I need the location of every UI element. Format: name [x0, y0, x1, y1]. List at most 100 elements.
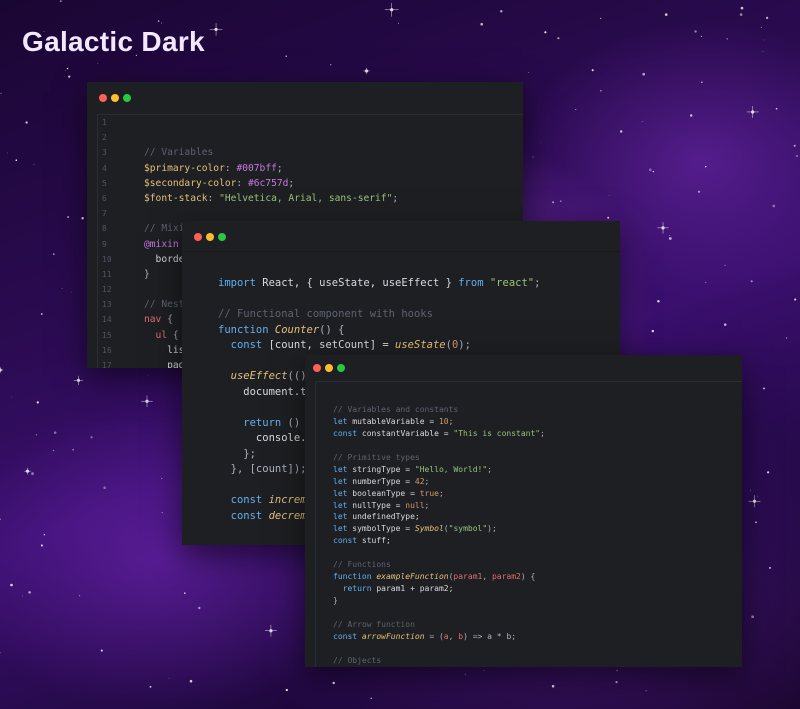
maximize-dot-icon[interactable] [218, 233, 226, 241]
close-dot-icon[interactable] [313, 364, 321, 372]
code-token: ) => a * b; [463, 631, 517, 641]
line-content: const [count, setCount] = useState(0); [218, 338, 471, 354]
line-content: } [144, 267, 150, 282]
line-number: 15 [102, 330, 112, 340]
code-token: { [167, 329, 179, 341]
line-content: // Functions [333, 559, 391, 571]
code-token: const [333, 536, 358, 546]
close-dot-icon[interactable] [99, 94, 107, 102]
line-number: 12 [102, 285, 112, 295]
window-titlebar [87, 82, 523, 112]
code-token: import [218, 277, 256, 289]
line-content: // Arrow function [333, 619, 415, 631]
line-content: lis [144, 343, 184, 358]
code-line: let symbolType = Symbol("symbol"); [333, 523, 742, 535]
code-line: let nullType = null; [333, 500, 742, 512]
line-content: return () = [218, 416, 319, 432]
line-content: let nullType = null; [333, 500, 429, 512]
code-token: ; [288, 177, 295, 189]
line-content: document.ti [218, 385, 313, 401]
minimize-dot-icon[interactable] [325, 364, 333, 372]
editor-window-js[interactable]: // Variables and constants let mutableVar… [305, 355, 742, 667]
code-token: const [333, 631, 358, 641]
code-token: #6c757d [247, 177, 289, 189]
code-token: // Functions [333, 560, 391, 570]
code-token: ; [487, 464, 492, 474]
minimize-dot-icon[interactable] [206, 233, 214, 241]
line-number: 16 [102, 345, 112, 355]
code-token: } [333, 596, 338, 605]
line-content: // Variables and constants [333, 404, 458, 416]
code-token: "Helvetica, Arial, sans-serif" [219, 192, 393, 204]
code-line: // Functional component with hooks [218, 307, 620, 323]
code-token: ; [438, 488, 444, 498]
code-line: 1 [98, 115, 523, 130]
line-content: import React, { useState, useEffect } fr… [218, 276, 540, 292]
code-token: let [333, 500, 348, 510]
line-content: pad [144, 358, 184, 368]
code-token: : [207, 192, 220, 204]
line-content: @mixin [144, 237, 179, 252]
code-token: ; [540, 428, 545, 438]
code-token: from [458, 277, 484, 289]
maximize-dot-icon[interactable] [123, 94, 131, 102]
line-content: nav { [144, 312, 173, 327]
code-line: 6 $font-stack: "Helvetica, Arial, sans-se… [98, 191, 523, 206]
line-content: borde [144, 252, 185, 267]
maximize-dot-icon[interactable] [337, 364, 345, 372]
line-content: $font-stack: "Helvetica, Arial, sans-ser… [144, 191, 398, 206]
line-content: // Objects [333, 655, 381, 667]
line-number: 11 [102, 269, 112, 279]
line-content: const arrowFunction = (a, b) => a * b; [333, 631, 516, 643]
code-token: let [333, 464, 348, 474]
code-token: () { [319, 323, 345, 336]
line-content: }, [count]); [218, 462, 307, 478]
line-content: // Variables [144, 145, 213, 160]
code-token: return [333, 584, 372, 594]
line-content: $primary-color: #007bff; [144, 161, 283, 176]
code-line: // Arrow function [333, 619, 742, 631]
line-content: // Primitive types [333, 452, 420, 464]
code-token: const [218, 339, 263, 351]
code-line: // Variables and constants [333, 404, 742, 416]
code-token: function [333, 572, 372, 582]
code-token: let [333, 512, 348, 522]
code-area[interactable]: // Variables and constants let mutableVar… [315, 381, 742, 667]
code-token: pad [144, 360, 185, 368]
line-number: 4 [102, 163, 107, 173]
code-token: } [144, 268, 150, 280]
code-token: // Primitive types [333, 452, 420, 462]
window-titlebar [182, 221, 620, 252]
code-line: 4 $primary-color: #007bff; [98, 161, 523, 176]
code-token: const [218, 494, 263, 506]
code-token: // Mixi [144, 223, 185, 235]
line-content: function exampleFunction(param1, param2)… [333, 571, 535, 583]
line-content: // Functional component with hooks [218, 307, 433, 323]
line-content: // Mixi [144, 221, 184, 236]
code-token: constantVariable = [357, 428, 454, 438]
code-token: let [333, 524, 348, 534]
code-token: console.l [218, 432, 313, 444]
code-token: return [218, 416, 282, 429]
line-content: let booleanType = true; [333, 488, 444, 500]
line-content: }; [218, 447, 256, 463]
minimize-dot-icon[interactable] [111, 94, 119, 102]
code-token: borde [144, 253, 185, 265]
code-token: document.ti [218, 385, 313, 398]
code-token: ; [424, 500, 430, 510]
code-token: stuff; [357, 536, 391, 546]
close-dot-icon[interactable] [194, 233, 202, 241]
code-token: let [333, 476, 348, 486]
code-token: ul [144, 329, 168, 341]
code-line: } [333, 595, 742, 607]
line-content: function Counter() { [218, 323, 344, 339]
code-token: nav [144, 314, 162, 326]
code-token: ; [424, 476, 430, 486]
line-number: 17 [102, 361, 112, 368]
code-token: [count, setCount] = [262, 339, 396, 351]
line-number: 3 [102, 148, 107, 158]
code-token: undefinedType; [347, 512, 420, 522]
